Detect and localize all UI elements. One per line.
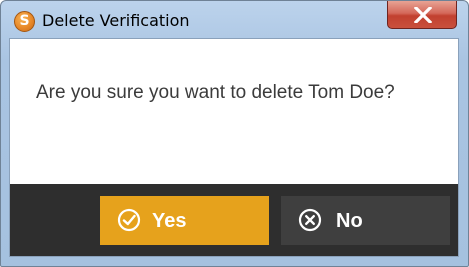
- confirmation-message: Are you sure you want to delete Tom Doe?: [36, 82, 395, 103]
- close-button[interactable]: [387, 1, 457, 29]
- dialog-content: Are you sure you want to delete Tom Doe?…: [9, 38, 459, 257]
- app-logo-letter: S: [19, 13, 30, 29]
- no-button[interactable]: No: [281, 196, 450, 245]
- window-title: Delete Verification: [42, 11, 190, 30]
- yes-button[interactable]: Yes: [100, 196, 269, 245]
- no-button-label: No: [336, 210, 363, 232]
- close-x-icon: [414, 7, 432, 23]
- yes-button-label: Yes: [152, 210, 187, 232]
- check-circle-icon: [117, 208, 141, 232]
- app-logo-icon: S: [14, 11, 35, 32]
- button-bar: Yes No: [10, 184, 458, 256]
- x-circle-icon: [298, 208, 322, 232]
- title-bar[interactable]: S Delete Verification: [1, 1, 468, 37]
- dialog-window: S Delete Verification Are you sure you w…: [0, 0, 469, 267]
